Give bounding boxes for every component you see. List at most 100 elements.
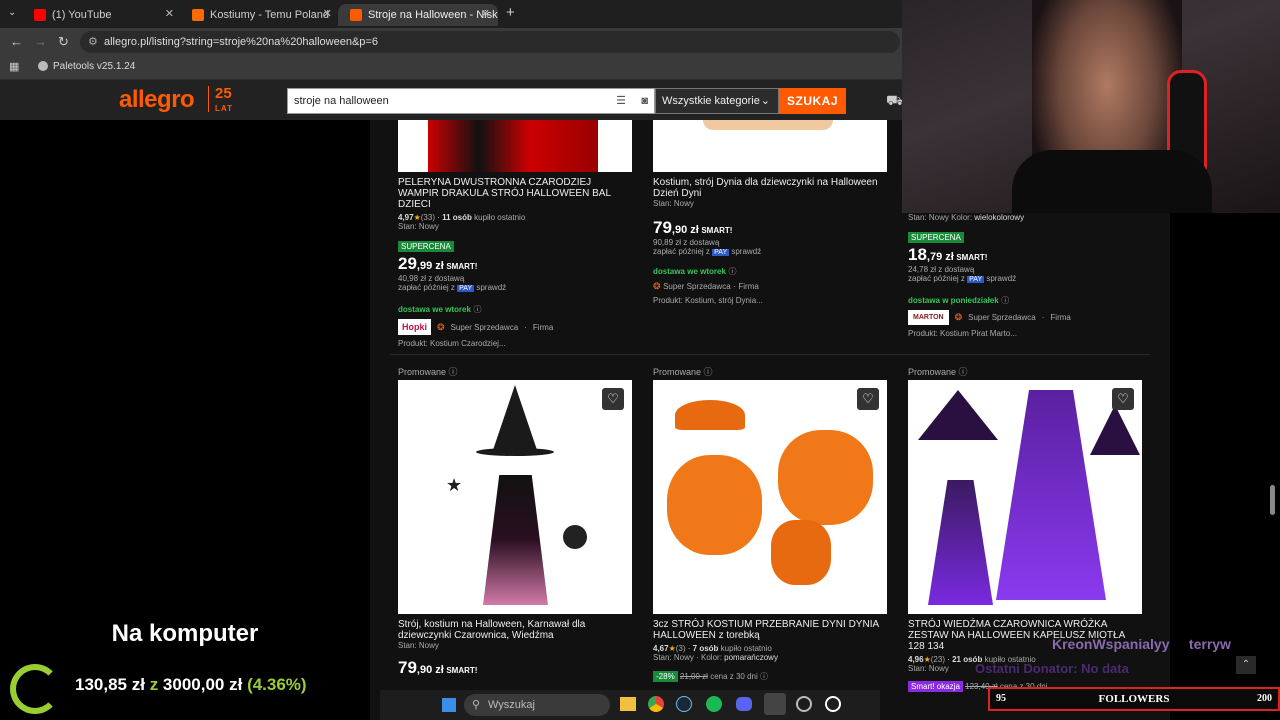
search-button[interactable]: SZUKAJ	[779, 88, 846, 114]
product-image[interactable]	[398, 120, 632, 172]
scroll-top-button[interactable]: ⌃	[1236, 656, 1256, 674]
delivery-day: dostawa w poniedziałek	[908, 296, 999, 305]
favorite-heart-icon[interactable]: ♡	[1112, 388, 1134, 410]
info-icon[interactable]: ⓘ	[1001, 296, 1009, 305]
hat-brim	[476, 448, 554, 456]
pay-check[interactable]: sprawdź	[731, 247, 761, 256]
favorite-heart-icon[interactable]: ♡	[602, 388, 624, 410]
seller-label: Super Sprzedawca	[968, 313, 1036, 322]
app-icon[interactable]	[825, 696, 841, 712]
old-price: 21,00 zł	[679, 672, 708, 681]
product-title[interactable]: PELERYNA DWUSTRONNA CZARODZIEJ WAMPIR DR…	[398, 177, 632, 210]
row-divider	[390, 354, 1150, 355]
steam-icon[interactable]	[676, 696, 692, 712]
spotify-icon[interactable]	[706, 696, 722, 712]
taskbar: ⚲ Wyszukaj	[380, 690, 880, 720]
product-card[interactable]: Promowane ⓘ ★ ♡ Strój, kostium na Hallow…	[398, 365, 632, 677]
price-main: 79	[398, 658, 417, 677]
new-tab-icon[interactable]: +	[506, 4, 515, 21]
info-icon[interactable]: ⓘ	[728, 267, 736, 276]
product-link[interactable]: Produkt: Kostium Pirat Marto...	[908, 329, 1142, 338]
list-search-icon[interactable]: ☰	[616, 89, 626, 113]
super-seller-icon: ❂	[437, 321, 445, 332]
pay-badge: PAY	[712, 249, 730, 256]
super-seller-icon: ❂	[653, 281, 661, 291]
reviews: (3)	[675, 644, 686, 653]
product-title[interactable]: Kostium, strój Dynia dla dziewczynki na …	[653, 177, 887, 199]
tab-label: (1) YouTube	[52, 9, 112, 21]
bookmark-paletools[interactable]: Paletools v25.1.24	[53, 61, 135, 72]
product-image[interactable]	[653, 120, 887, 172]
active-app-icon[interactable]	[764, 693, 786, 715]
product-title[interactable]: Strój, kostium na Halloween, Karnawał dl…	[398, 619, 632, 641]
supercena-badge: SUPERCENA	[398, 241, 454, 252]
reload-icon[interactable]: ↻	[58, 34, 69, 50]
price-main: 79	[653, 218, 672, 237]
seller-logo[interactable]: MARTON	[908, 310, 949, 325]
info-icon[interactable]: ⓘ	[449, 367, 458, 377]
webcam-overlay	[902, 0, 1280, 213]
chrome-icon[interactable]	[648, 696, 664, 712]
allegro-icon	[350, 9, 362, 21]
tutu-dress-image	[996, 390, 1106, 600]
allegro-logo[interactable]: allegro	[119, 86, 195, 114]
goal-headline: Na komputer	[111, 620, 259, 647]
discord-icon[interactable]	[736, 697, 752, 711]
promoted-label: Promowane	[908, 367, 957, 377]
tab-allegro[interactable]: Stroje na Halloween - Niska ce ✕	[338, 4, 498, 26]
price-main: 29	[398, 254, 417, 273]
info-icon[interactable]: ⓘ	[473, 305, 481, 314]
product-card[interactable]: Promowane ⓘ ♡ 3cz STRÓJ KOSTIUM PRZEBRAN…	[653, 365, 887, 682]
pay-check[interactable]: sprawdź	[476, 283, 506, 292]
search-icon: ⚲	[472, 699, 481, 711]
product-title[interactable]: 3cz STRÓJ KOSTIUM PRZEBRANIE DYNI DYNIA …	[653, 619, 887, 641]
price-dec: ,99 zł	[416, 260, 444, 272]
info-icon[interactable]: ⓘ	[704, 367, 713, 377]
camera-icon[interactable]: ◙	[641, 89, 648, 113]
favorite-heart-icon[interactable]: ♡	[857, 388, 879, 410]
bought-count: 7 osób	[692, 644, 719, 653]
close-icon[interactable]: ✕	[165, 7, 174, 20]
product-state: Stan: Nowy	[398, 222, 439, 231]
product-link[interactable]: Produkt: Kostium, strój Dynia...	[653, 296, 887, 305]
page-scrollbar[interactable]	[1270, 485, 1275, 515]
apps-icon[interactable]: ▦	[9, 60, 19, 73]
category-select[interactable]: Wszystkie kategorie ⌄	[655, 88, 779, 114]
last-donator: Ostatni Donator: No data	[975, 661, 1129, 676]
super-seller-icon: ❂	[954, 312, 963, 322]
tab-youtube[interactable]: (1) YouTube ✕	[22, 4, 182, 26]
windows-start-icon[interactable]	[442, 698, 456, 712]
delivery-price: 90,89 zł z dostawą	[653, 238, 720, 247]
obs-icon[interactable]	[796, 696, 812, 712]
category-value: Wszystkie kategorie	[662, 95, 760, 107]
search-input[interactable]: stroje na halloween ☰ ◙	[287, 88, 655, 114]
smart-label: SMART!	[446, 262, 478, 271]
promoted-label: Promowane	[398, 367, 447, 377]
info-icon[interactable]: ⓘ	[959, 367, 968, 377]
info-icon[interactable]: ⓘ	[760, 672, 768, 681]
site-info-icon[interactable]: ⚙	[88, 31, 98, 53]
product-image[interactable]: ★ ♡	[398, 380, 632, 614]
file-explorer-icon[interactable]	[620, 697, 636, 711]
product-image[interactable]: ♡	[653, 380, 887, 614]
seller-logo[interactable]: Hopki	[398, 319, 432, 335]
cart-icon[interactable]: ⛟	[886, 92, 904, 111]
forward-icon[interactable]: →	[34, 34, 47, 49]
close-icon[interactable]: ✕	[481, 7, 490, 20]
product-image[interactable]: ♡	[908, 380, 1142, 614]
tab-temu[interactable]: Kostiumy - Temu Poland ✕	[180, 4, 340, 26]
goal-percent: (4.36%)	[247, 675, 307, 694]
product-card[interactable]: Promowane ⓘ ♡ STRÓJ WIEDŹMA CZAROWNICA W…	[908, 365, 1142, 692]
url-field[interactable]: ⚙ allegro.pl/listing?string=stroje%20na%…	[80, 31, 900, 53]
witch-dress-image	[483, 475, 548, 605]
product-state: Stan: Nowy	[653, 653, 694, 662]
pay-check[interactable]: sprawdź	[986, 274, 1016, 283]
product-link[interactable]: Produkt: Kostium Czarodziej...	[398, 339, 632, 348]
address-bar-row: ← → ↻ ⚙ allegro.pl/listing?string=stroje…	[0, 28, 902, 56]
back-icon[interactable]: ←	[10, 34, 23, 49]
discount-badge: -28%	[653, 671, 678, 682]
tab-search-icon[interactable]: ⌄	[8, 7, 16, 18]
close-icon[interactable]: ✕	[323, 7, 332, 20]
smart-label: SMART!	[701, 226, 733, 235]
taskbar-search[interactable]: ⚲ Wyszukaj	[464, 694, 610, 716]
